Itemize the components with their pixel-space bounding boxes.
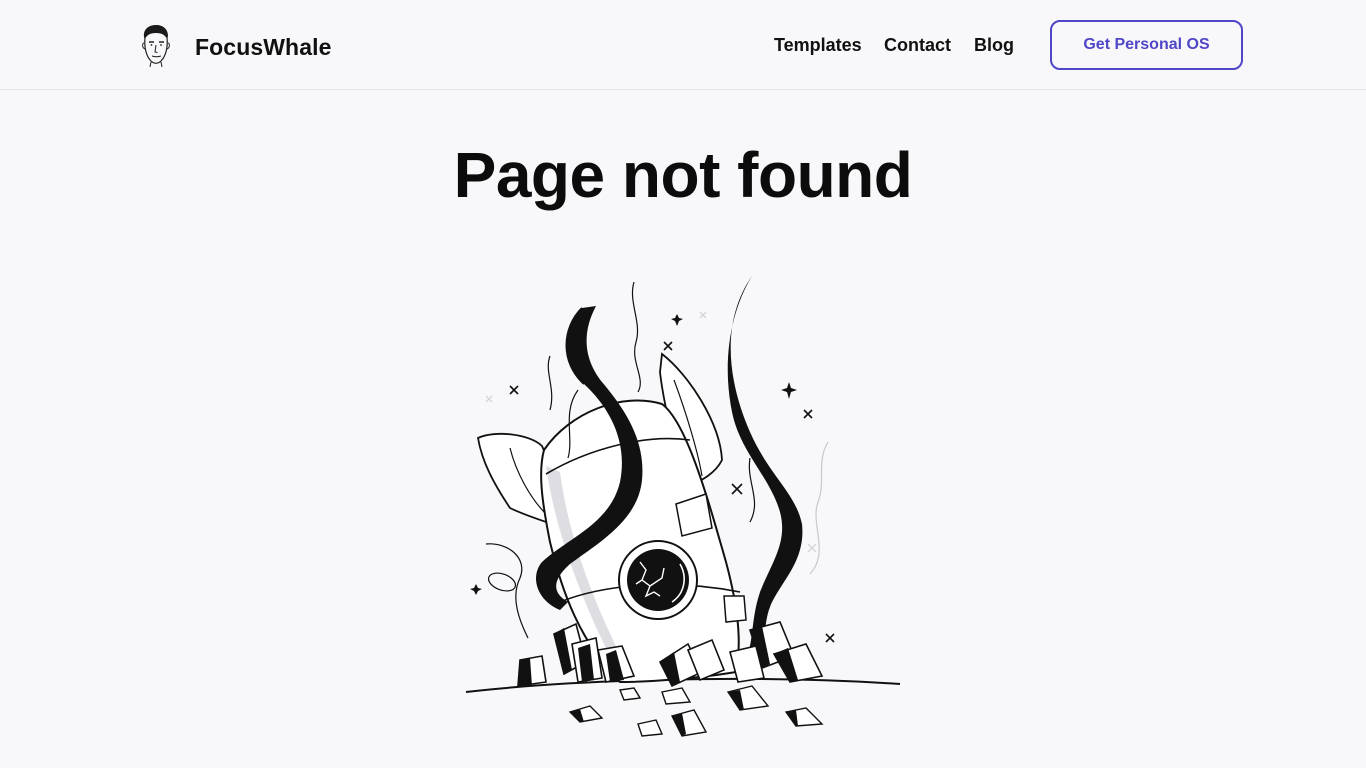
get-personal-os-button[interactable]: Get Personal OS xyxy=(1050,20,1243,70)
site-header: FocusWhale Templates Contact Blog Get Pe… xyxy=(0,0,1366,90)
face-avatar-icon xyxy=(137,23,173,72)
brand-name: FocusWhale xyxy=(195,33,332,60)
page-title: Page not found xyxy=(453,139,913,211)
nav-templates[interactable]: Templates xyxy=(774,35,862,56)
nav-blog[interactable]: Blog xyxy=(974,35,1014,56)
crashed-rocket-illustration xyxy=(450,262,916,752)
brand-home-link[interactable]: FocusWhale xyxy=(137,23,332,72)
nav-contact[interactable]: Contact xyxy=(884,35,951,56)
